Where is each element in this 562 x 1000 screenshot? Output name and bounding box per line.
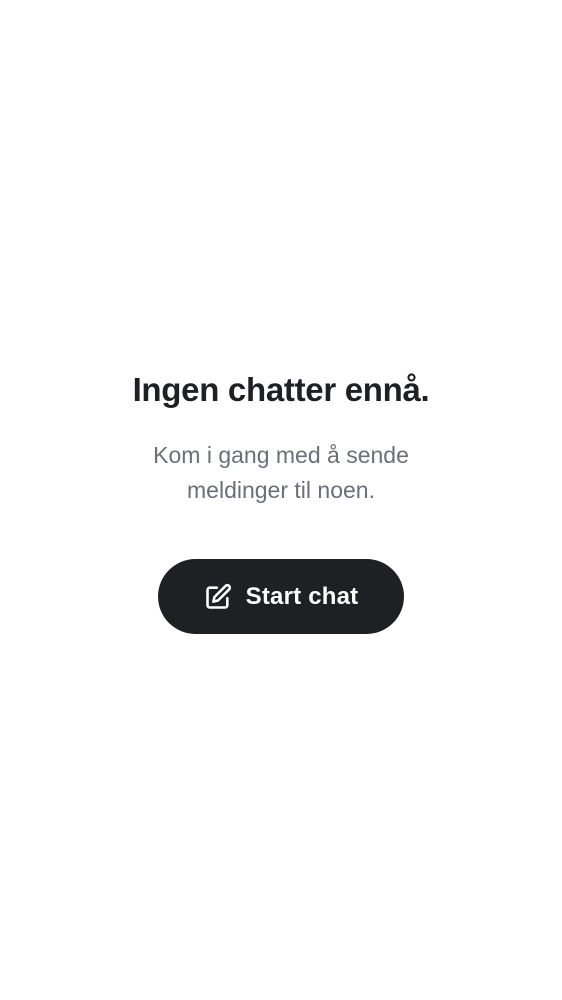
start-chat-button[interactable]: Start chat bbox=[158, 559, 404, 634]
empty-state-subtitle: Kom i gang med å sende meldinger til noe… bbox=[153, 442, 409, 503]
start-chat-label: Start chat bbox=[245, 582, 359, 610]
empty-state: Ingen chatter ennå. Kom i gang med å sen… bbox=[0, 368, 562, 634]
empty-state-title: Ingen chatter ennå. bbox=[132, 371, 430, 408]
edit-icon bbox=[204, 583, 232, 611]
chat-list-empty-screen: Ingen chatter ennå. Kom i gang med å sen… bbox=[0, 0, 562, 1000]
